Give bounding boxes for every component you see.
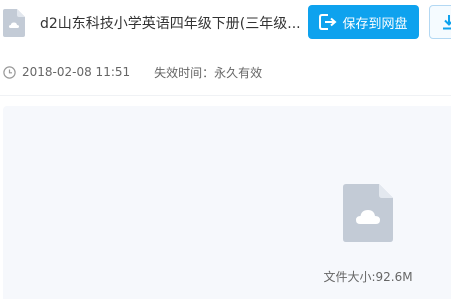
divider: [0, 95, 451, 96]
document-icon: [3, 9, 25, 37]
download-icon: [443, 15, 451, 30]
share-date: 2018-02-08 11:51: [22, 65, 131, 79]
cloud-file-icon: [343, 184, 393, 242]
file-size: 文件大小:92.6M: [323, 270, 413, 284]
file-preview: 文件大小:92.6M: [3, 106, 451, 299]
file-meta: 2018-02-08 11:51 失效时间： 永久有效: [0, 62, 451, 82]
save-icon: [319, 14, 338, 30]
expire-value: 永久有效: [214, 65, 263, 80]
file-title: d2山东科技小学英语四年级下册(三年级...: [40, 16, 301, 32]
save-to-netdisk-button[interactable]: 保存到网盘: [308, 5, 419, 39]
clock-icon: [3, 65, 16, 79]
download-button[interactable]: [429, 5, 451, 39]
save-button-label: 保存到网盘: [342, 16, 408, 32]
expire-label: 失效时间：: [154, 65, 215, 80]
header: d2山东科技小学英语四年级下册(三年级... 保存到网盘: [0, 0, 451, 52]
share-page: d2山东科技小学英语四年级下册(三年级... 保存到网盘 2018-02-08 …: [0, 0, 451, 299]
